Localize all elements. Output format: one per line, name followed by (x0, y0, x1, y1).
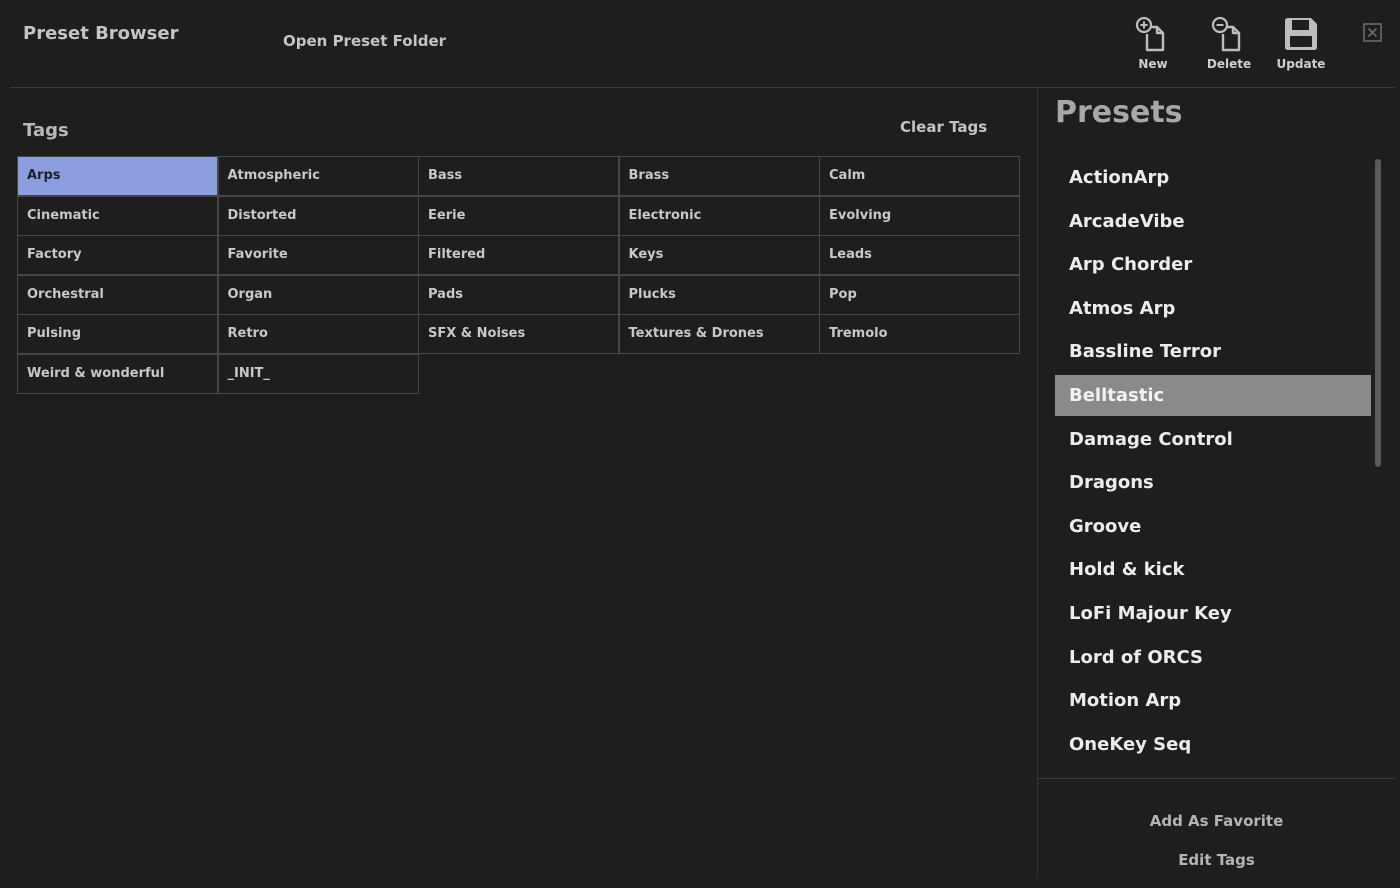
tag-button[interactable]: Cinematic (17, 195, 218, 236)
preset-list-item[interactable]: OneKey Seq (1055, 724, 1371, 765)
preset-list-item[interactable]: Dragons (1055, 462, 1371, 503)
preset-list-scrollbar[interactable] (1375, 159, 1381, 467)
panel-divider (1037, 88, 1038, 878)
edit-tags-button[interactable]: Edit Tags (1038, 851, 1395, 869)
preset-list-item[interactable]: ActionArp (1055, 157, 1371, 198)
tag-button[interactable]: Evolving (819, 195, 1020, 236)
tag-button[interactable]: Brass (618, 156, 820, 196)
preset-list-item[interactable]: Motion Arp (1055, 680, 1371, 721)
save-icon (1285, 18, 1317, 50)
tag-button[interactable]: Weird & wonderful (17, 353, 218, 394)
tag-button[interactable]: Leads (819, 235, 1020, 275)
preset-list-item[interactable]: Belltastic (1055, 375, 1371, 416)
tag-button[interactable]: Plucks (618, 274, 820, 315)
presets-heading: Presets (1055, 95, 1183, 130)
tag-button[interactable]: Pulsing (17, 314, 218, 354)
tags-heading: Tags (23, 120, 69, 141)
preset-browser-window: Preset Browser Open Preset Folder New De… (0, 0, 1400, 888)
tag-button[interactable]: Tremolo (819, 314, 1020, 354)
clear-tags-button[interactable]: Clear Tags (900, 118, 987, 136)
tag-button[interactable]: Factory (17, 235, 218, 275)
tag-button[interactable]: Pop (819, 274, 1020, 315)
tag-button[interactable]: SFX & Noises (418, 314, 619, 354)
preset-list-item[interactable]: Arp Chorder (1055, 244, 1371, 285)
update-button[interactable]: Update (1266, 14, 1336, 71)
preset-list-item[interactable]: Atmos Arp (1055, 288, 1371, 329)
tag-button[interactable]: Bass (418, 156, 619, 196)
tag-button[interactable]: Calm (819, 156, 1020, 196)
header-divider (10, 87, 1395, 88)
file-minus-icon (1211, 16, 1241, 52)
tag-button[interactable]: Textures & Drones (618, 314, 820, 354)
tag-button[interactable]: Electronic (618, 195, 820, 236)
preset-list-item[interactable]: ArcadeVibe (1055, 201, 1371, 242)
tag-button[interactable]: Orchestral (17, 274, 218, 315)
preset-list-item[interactable]: Hold & kick (1055, 549, 1371, 590)
update-label: Update (1276, 57, 1326, 71)
close-icon[interactable] (1363, 23, 1382, 42)
tag-button[interactable]: Eerie (418, 195, 619, 236)
preset-list-item[interactable]: LoFi Majour Key (1055, 593, 1371, 634)
new-label: New (1138, 57, 1168, 71)
open-preset-folder-button[interactable]: Open Preset Folder (283, 32, 446, 50)
preset-list-item[interactable]: Groove (1055, 506, 1371, 547)
tag-button[interactable]: Atmospheric (217, 156, 419, 196)
add-as-favorite-button[interactable]: Add As Favorite (1038, 812, 1395, 830)
tag-button[interactable]: Retro (217, 314, 419, 354)
tag-button[interactable]: Keys (618, 235, 820, 275)
file-plus-icon (1135, 16, 1165, 52)
tag-button[interactable]: Arps (17, 156, 218, 196)
footer-divider (1038, 778, 1395, 779)
tag-button[interactable]: Filtered (418, 235, 619, 275)
window-title: Preset Browser (23, 23, 179, 44)
tag-button[interactable]: Distorted (217, 195, 419, 236)
delete-button[interactable]: Delete (1194, 14, 1264, 71)
tag-button[interactable]: Organ (217, 274, 419, 315)
tag-button[interactable]: Pads (418, 274, 619, 315)
preset-list-item[interactable]: Damage Control (1055, 419, 1371, 460)
delete-label: Delete (1206, 57, 1252, 71)
tag-button[interactable]: Favorite (217, 235, 419, 275)
preset-list-item[interactable]: Bassline Terror (1055, 331, 1371, 372)
tag-button[interactable]: _INIT_ (217, 353, 419, 394)
preset-list-item[interactable]: Lord of ORCS (1055, 637, 1371, 678)
new-button[interactable]: New (1118, 14, 1188, 71)
